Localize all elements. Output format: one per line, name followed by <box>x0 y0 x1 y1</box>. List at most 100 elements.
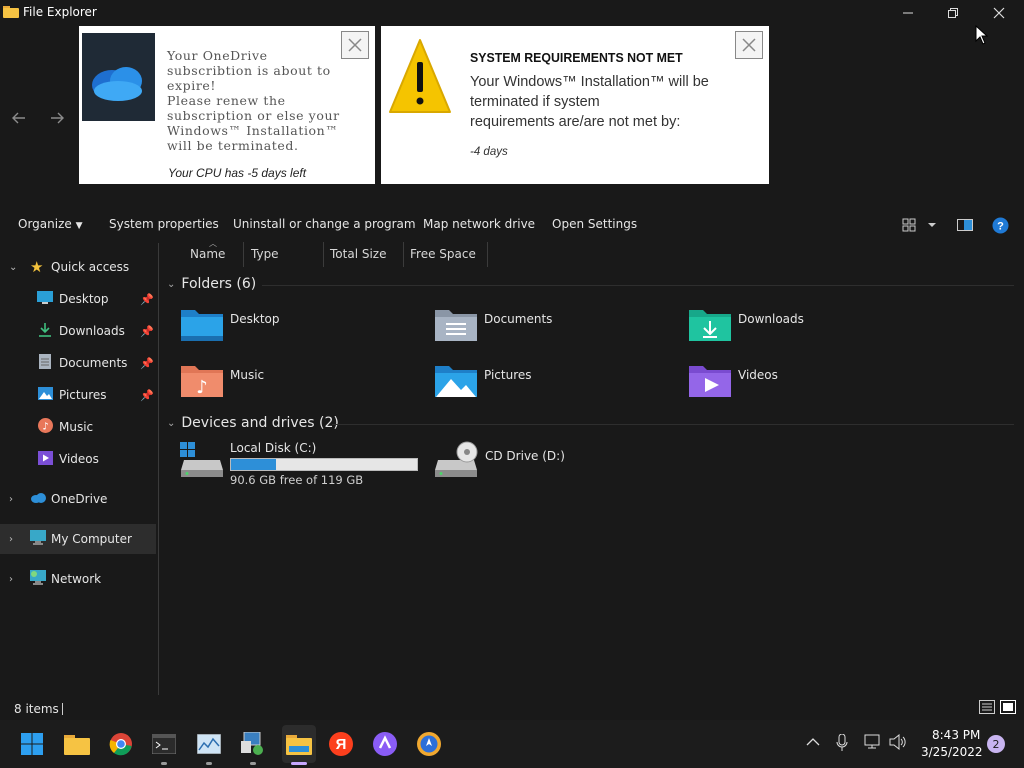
folder-music[interactable]: ♪ Music <box>180 362 410 402</box>
folder-desktop[interactable]: Desktop <box>180 306 410 346</box>
help-icon: ? <box>992 217 1009 234</box>
column-header-free-space[interactable]: Free Space <box>410 247 476 261</box>
column-divider[interactable] <box>323 242 324 267</box>
videos-folder-icon <box>689 366 731 397</box>
volume-button[interactable] <box>889 733 907 753</box>
drive-usage-bar <box>230 458 418 471</box>
chevron-right-icon: › <box>9 573 13 585</box>
restore-button[interactable] <box>930 0 976 26</box>
sidebar-item-label: Music <box>59 420 94 434</box>
pin-icon: 📌 <box>140 324 154 338</box>
start-button[interactable] <box>17 729 47 759</box>
sidebar-item-my-computer[interactable]: › My Computer <box>0 524 156 554</box>
sidebar-item-desktop[interactable]: Desktop 📌 <box>0 284 156 314</box>
back-button[interactable] <box>9 110 29 128</box>
taskbar-alice[interactable] <box>370 729 400 759</box>
network-status-button[interactable] <box>864 734 882 753</box>
microphone-button[interactable] <box>836 733 848 755</box>
taskbar-file-explorer[interactable] <box>62 729 92 759</box>
taskbar-terminal[interactable] <box>149 729 179 759</box>
forward-button[interactable] <box>47 110 67 128</box>
sidebar-item-network[interactable]: › Network <box>0 564 156 594</box>
close-icon <box>742 38 756 52</box>
folder-downloads[interactable]: Downloads <box>688 306 918 346</box>
sidebar-item-label: Downloads <box>59 324 125 338</box>
sidebar-item-videos[interactable]: Videos <box>0 444 156 474</box>
column-divider[interactable] <box>487 242 488 267</box>
documents-folder-icon <box>435 310 477 341</box>
microphone-icon <box>836 733 848 751</box>
folder-documents[interactable]: Documents <box>434 306 664 346</box>
large-icons-view-button[interactable] <box>1000 700 1016 717</box>
popup-close-button[interactable] <box>735 31 763 59</box>
taskbar-resource-monitor[interactable] <box>194 729 224 759</box>
taskbar-file-explorer-active[interactable] <box>282 725 316 763</box>
folder-label: Videos <box>738 368 778 382</box>
sidebar-item-label: Documents <box>59 356 128 370</box>
pin-icon: 📌 <box>140 356 154 370</box>
hard-drive-icon <box>180 442 223 477</box>
onedrive-logo-icon <box>82 33 155 121</box>
minimize-button[interactable] <box>885 0 931 26</box>
taskbar-control-panel[interactable] <box>238 729 268 759</box>
drive-cd-d[interactable]: CD Drive (D:) <box>434 440 634 480</box>
cd-drive-icon <box>435 441 478 477</box>
taskbar-chrome[interactable] <box>106 729 136 759</box>
active-indicator <box>291 762 307 765</box>
show-hidden-icons-button[interactable] <box>806 736 820 750</box>
folder-pictures[interactable]: Pictures <box>434 362 664 402</box>
popup-title: SYSTEM REQUIREMENTS NOT MET <box>470 50 683 65</box>
sidebar-item-pictures[interactable]: Pictures 📌 <box>0 380 156 410</box>
cloud-icon <box>30 492 47 506</box>
sidebar-item-onedrive[interactable]: › OneDrive <box>0 484 156 514</box>
pictures-folder-icon <box>435 366 477 397</box>
folder-label: Music <box>230 368 265 382</box>
column-header-type[interactable]: Type <box>251 247 279 261</box>
yandex-icon: Я <box>329 732 353 756</box>
help-button[interactable]: ? <box>992 217 1009 237</box>
map-network-drive-button[interactable]: Map network drive <box>423 217 535 231</box>
notification-badge[interactable]: 2 <box>987 735 1005 753</box>
view-options-button[interactable] <box>902 218 942 235</box>
folder-videos[interactable]: Videos <box>688 362 918 402</box>
popup-message: Your OneDrive subscribtion is about to e… <box>167 48 340 153</box>
downloads-folder-icon <box>689 310 731 341</box>
preview-pane-button[interactable] <box>957 219 973 234</box>
column-header-total-size[interactable]: Total Size <box>330 247 386 261</box>
music-folder-icon: ♪ <box>181 366 223 398</box>
taskbar: Я <box>0 720 1024 768</box>
uninstall-program-button[interactable]: Uninstall or change a program <box>233 217 416 231</box>
open-settings-button[interactable]: Open Settings <box>552 217 637 231</box>
folder-label: Documents <box>484 312 553 326</box>
sidebar-item-quick-access[interactable]: ⌄ ★ Quick access <box>0 252 156 282</box>
running-indicator <box>250 762 256 765</box>
sidebar-item-documents[interactable]: Documents 📌 <box>0 348 156 378</box>
close-window-button[interactable] <box>976 0 1022 26</box>
drives-group-header[interactable]: ⌄ Devices and drives (2) <box>167 415 339 431</box>
warning-icon <box>387 36 453 119</box>
system-properties-button[interactable]: System properties <box>109 217 219 231</box>
sidebar-item-downloads[interactable]: Downloads 📌 <box>0 316 156 346</box>
sidebar-item-music[interactable]: ♪ Music <box>0 412 156 442</box>
alice-assistant-icon <box>373 732 397 756</box>
pin-icon: 📌 <box>140 292 154 306</box>
column-divider[interactable] <box>243 242 244 267</box>
column-header-name[interactable]: Name <box>190 247 225 261</box>
pane-divider[interactable] <box>158 243 159 695</box>
group-title: Devices and drives (2) <box>181 415 339 431</box>
drive-label: CD Drive (D:) <box>485 449 565 463</box>
taskbar-yandex[interactable]: Я <box>326 729 356 759</box>
group-divider <box>262 285 1014 286</box>
window-title: File Explorer <box>23 5 97 19</box>
column-divider[interactable] <box>403 242 404 267</box>
running-indicator <box>206 762 212 765</box>
taskbar-yandex-browser[interactable] <box>414 729 444 759</box>
minimize-icon <box>903 12 913 14</box>
folders-group-header[interactable]: ⌄ Folders (6) <box>167 276 256 292</box>
popup-footer: Your CPU has -5 days left <box>168 166 307 180</box>
folder-label: Desktop <box>230 312 280 326</box>
drive-label: Local Disk (C:) <box>230 441 317 455</box>
organize-menu[interactable]: Organize ▼ <box>18 217 83 231</box>
mouse-cursor <box>975 24 989 48</box>
details-view-button[interactable] <box>979 700 995 717</box>
